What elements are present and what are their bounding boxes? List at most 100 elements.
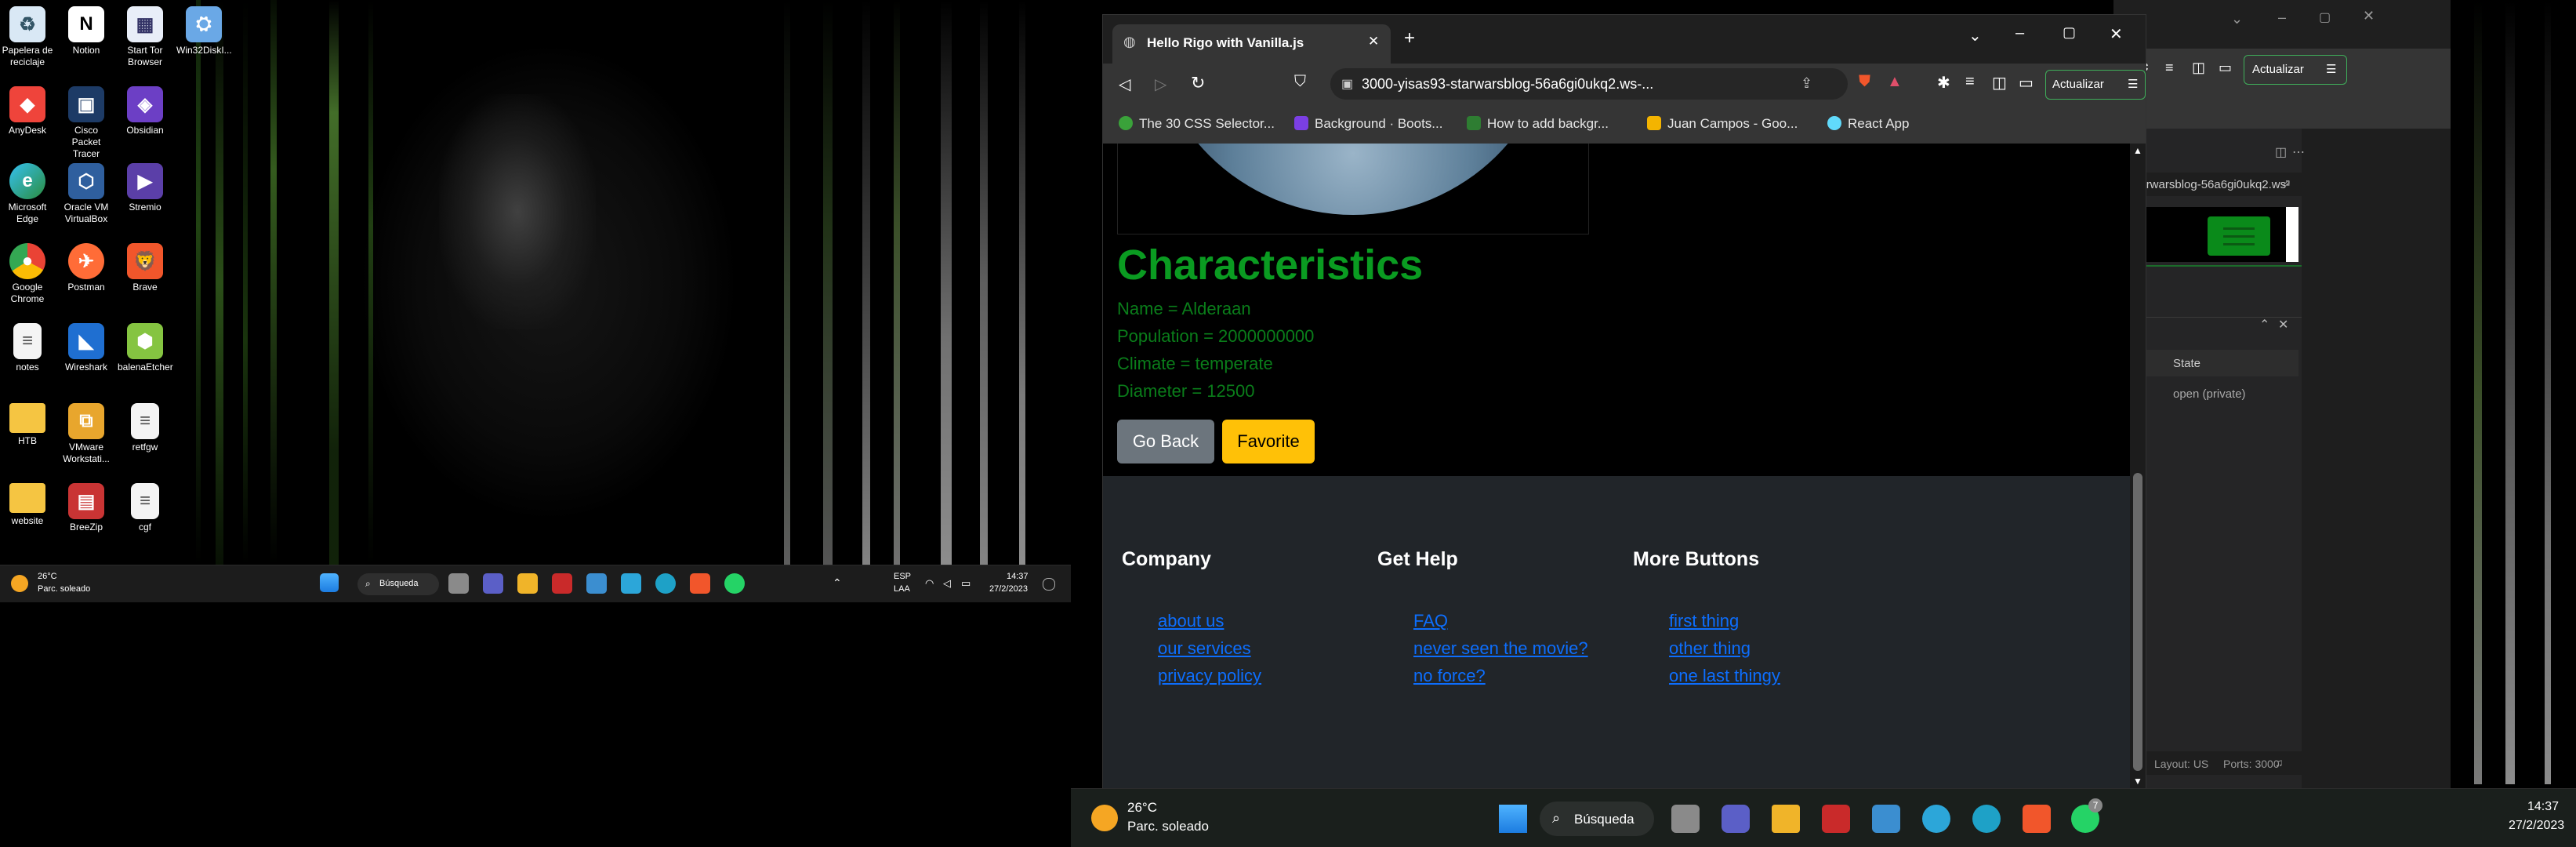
back-icon[interactable]: ◁	[1119, 75, 1130, 94]
min-icon[interactable]: –	[2278, 9, 2286, 26]
playlist-icon[interactable]: ≡	[2165, 60, 2174, 76]
volume-icon[interactable]: ◁	[943, 577, 951, 590]
desktop-icon-tor-browser[interactable]: ▦ Start Tor Browser	[118, 6, 172, 68]
close-window-icon[interactable]: ✕	[2110, 24, 2123, 44]
store-icon[interactable]	[586, 573, 607, 594]
edge-taskbar-icon[interactable]	[655, 573, 676, 594]
chevron-up-icon[interactable]: ⌃	[2259, 317, 2269, 333]
desktop-icon-breezip[interactable]: ▤ BreeZip	[59, 483, 114, 533]
footer-link-about[interactable]: about us	[1158, 611, 1224, 631]
task-view-icon[interactable]	[1671, 805, 1700, 833]
scroll-down-icon[interactable]: ▼	[2133, 776, 2142, 787]
mcafee-icon[interactable]	[552, 573, 572, 594]
brave-taskbar-icon[interactable]	[690, 573, 710, 594]
clock-time[interactable]: 14:37	[1007, 572, 1029, 581]
task-view-icon[interactable]	[448, 573, 469, 594]
desktop-icon-vmware[interactable]: ⧉ VMware Workstati...	[59, 403, 114, 465]
bookmark-item[interactable]: Background · Boots...	[1294, 116, 1442, 132]
go-back-button[interactable]: Go Back	[1117, 420, 1214, 463]
bookmark-item[interactable]: React App	[1827, 116, 1909, 132]
new-tab-icon[interactable]: +	[1404, 27, 1415, 49]
desktop-icon-virtualbox[interactable]: ⬡ Oracle VM VirtualBox	[59, 163, 114, 225]
footer-link-faq[interactable]: FAQ	[1413, 611, 1448, 631]
split-icon[interactable]: ◫	[2275, 144, 2287, 160]
whatsapp-taskbar-icon[interactable]: 7	[2071, 798, 2103, 833]
footer-link-privacy[interactable]: privacy policy	[1158, 666, 1261, 686]
extensions-icon[interactable]: ✱	[1937, 73, 1950, 93]
footer-link-movie[interactable]: never seen the movie?	[1413, 638, 1588, 659]
brave-taskbar-icon[interactable]	[2023, 805, 2051, 833]
footer-link-last[interactable]: one last thingy	[1669, 666, 1780, 686]
more-icon[interactable]: ⋯	[2292, 144, 2305, 160]
footer-link-other[interactable]: other thing	[1669, 638, 1751, 659]
taskbar-search[interactable]: ⌕ Búsqueda	[357, 573, 439, 595]
bookmark-item[interactable]: Juan Campos - Goo...	[1647, 116, 1798, 132]
battery-icon[interactable]: ▭	[961, 577, 971, 590]
playlist-icon[interactable]: ≡	[1965, 73, 1975, 91]
desktop-icon-win32diskimager[interactable]: ⛭ Win32DiskI...	[176, 6, 232, 56]
url-field[interactable]: ▣ 3000-yisas93-starwarsblog-56a6gi0ukq2.…	[1330, 68, 1848, 100]
bookmark-item[interactable]: The 30 CSS Selector...	[1119, 116, 1275, 132]
desktop-icon-anydesk[interactable]: ◆ AnyDesk	[0, 86, 55, 136]
desktop-icon-website[interactable]: website	[0, 483, 55, 527]
bookmark-item[interactable]: How to add backgr...	[1467, 116, 1609, 132]
chevron-up-icon[interactable]: ⌃	[833, 576, 842, 590]
clock-date[interactable]: 27/2/2023	[2509, 819, 2564, 833]
scroll-up-icon[interactable]: ▲	[2133, 145, 2142, 156]
maximize-icon[interactable]: ▢	[2319, 9, 2331, 25]
sidebar-icon[interactable]: ◫	[1992, 73, 2007, 93]
desktop-icon-wireshark[interactable]: ◣ Wireshark	[59, 323, 114, 373]
taskbar-search[interactable]: ⌕ Búsqueda	[1540, 802, 1654, 836]
desktop-icon-balenaetcher[interactable]: ⬢ balenaEtcher	[118, 323, 173, 373]
teams-icon[interactable]	[1722, 805, 1750, 833]
desktop-icon-cgf[interactable]: ≡ cgf	[118, 483, 172, 533]
lang-code[interactable]: ESP	[894, 572, 911, 581]
desktop-icon-obsidian[interactable]: ◈ Obsidian	[118, 86, 172, 136]
desktop-icon-cisco[interactable]: ▣ Cisco Packet Tracer	[59, 86, 114, 160]
clock-date[interactable]: 27/2/2023	[989, 584, 1028, 594]
lang-layout[interactable]: LAA	[894, 584, 910, 594]
brave-shield-icon[interactable]: ⛊	[1859, 73, 1870, 91]
desktop-icon-retfgw[interactable]: ≡ retfgw	[118, 403, 172, 453]
close-panel-icon[interactable]: ✕	[2278, 317, 2288, 333]
desktop-icon-postman[interactable]: ✈ Postman	[59, 243, 114, 293]
tab-close-icon[interactable]: ✕	[1368, 34, 1379, 49]
reload-icon[interactable]: ↻	[1191, 73, 1205, 93]
minimize-window-icon[interactable]: –	[2015, 24, 2024, 42]
sidebar-icon[interactable]: ◫	[2192, 60, 2205, 76]
wallet-icon[interactable]: ▭	[2219, 60, 2232, 76]
help-icon[interactable]	[621, 573, 641, 594]
bell-icon[interactable]: ♫	[2275, 756, 2284, 769]
clock-time[interactable]: 14:37	[2527, 800, 2559, 814]
minimize-icon[interactable]: ⌄	[2231, 11, 2243, 27]
file-explorer-icon[interactable]	[1772, 805, 1800, 833]
wifi-icon[interactable]: ◠	[925, 577, 934, 590]
forward-icon[interactable]: ▷	[1155, 75, 1166, 94]
close-icon[interactable]: ✕	[2363, 8, 2375, 24]
notification-icon[interactable]	[1043, 578, 1055, 591]
windows-start-icon[interactable]	[320, 573, 339, 592]
help-icon[interactable]	[1922, 805, 1950, 833]
share-icon[interactable]: ⇪	[1801, 75, 1812, 92]
windows-start-icon[interactable]	[1499, 805, 1527, 833]
edge-taskbar-icon[interactable]	[1972, 805, 2001, 833]
scrollbar-thumb[interactable]	[2133, 473, 2142, 771]
favorite-button[interactable]: Favorite	[1222, 420, 1315, 463]
store-icon[interactable]	[1872, 805, 1900, 833]
desktop-icon-notion[interactable]: N Notion	[59, 6, 114, 56]
desktop-icon-brave[interactable]: 🦁 Brave	[118, 243, 172, 293]
wallet-icon[interactable]: ▭	[2019, 73, 2034, 93]
footer-link-services[interactable]: our services	[1158, 638, 1251, 659]
desktop-icon-chrome[interactable]: ● Google Chrome	[0, 243, 55, 305]
desktop-icon-htb[interactable]: HTB	[0, 403, 55, 447]
maximize-window-icon[interactable]: ▢	[2063, 24, 2076, 41]
teams-icon[interactable]	[483, 573, 503, 594]
desktop-icon-recycle-bin[interactable]: ♻ Papelera de reciclaje	[0, 6, 55, 68]
whatsapp-taskbar-icon[interactable]	[724, 573, 745, 594]
desktop-icon-notes[interactable]: ≡ notes	[0, 323, 55, 373]
browser-tab[interactable]: ◍ Hello Rigo with Vanilla.js ✕	[1112, 24, 1391, 64]
brave-rewards-icon[interactable]: ▲	[1887, 73, 1903, 91]
update-button-bg[interactable]: Actualizar ☰	[2244, 55, 2347, 85]
mcafee-icon[interactable]	[1822, 805, 1850, 833]
desktop-icon-edge[interactable]: e Microsoft Edge	[0, 163, 55, 225]
